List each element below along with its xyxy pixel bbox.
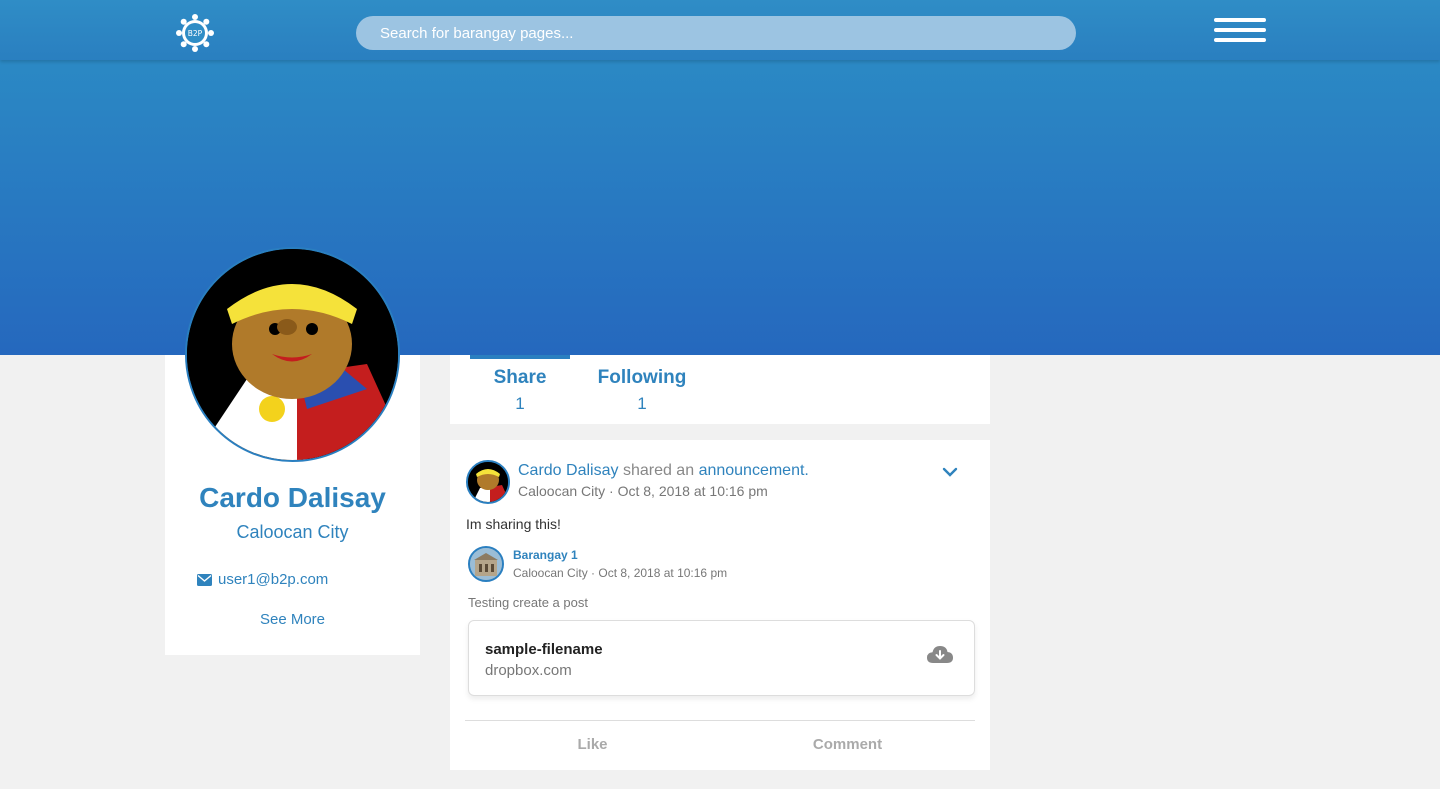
post-body-text: Im sharing this! bbox=[466, 516, 561, 532]
envelope-icon bbox=[197, 573, 212, 586]
file-attachment[interactable]: sample-filename dropbox.com bbox=[468, 620, 975, 696]
following-count: 1 bbox=[637, 394, 647, 413]
like-button[interactable]: Like bbox=[465, 736, 720, 753]
post-author-avatar[interactable] bbox=[466, 460, 510, 504]
shared-post-text: Testing create a post bbox=[468, 595, 588, 610]
profile-name: Cardo Dalisay bbox=[199, 482, 386, 513]
hamburger-menu-icon[interactable] bbox=[1214, 18, 1266, 48]
profile-avatar[interactable] bbox=[185, 247, 400, 462]
post-card: Cardo Dalisay shared an announcement. Ca… bbox=[450, 440, 990, 770]
post-meta: Caloocan City · Oct 8, 2018 at 10:16 pm bbox=[518, 483, 768, 499]
post-action-text: shared an bbox=[622, 462, 695, 479]
search-bar[interactable] bbox=[356, 16, 1076, 50]
shared-page-avatar[interactable] bbox=[468, 546, 504, 582]
shared-post-meta: Caloocan City · Oct 8, 2018 at 10:16 pm bbox=[513, 566, 728, 580]
cloud-download-icon[interactable] bbox=[927, 645, 953, 670]
profile-email[interactable]: user1@b2p.com bbox=[197, 571, 328, 588]
post-divider bbox=[465, 720, 975, 721]
post-header: Cardo Dalisay shared an announcement. bbox=[518, 462, 809, 480]
stats-card: Share 1 Following 1 bbox=[450, 355, 990, 424]
svg-text:B2P: B2P bbox=[188, 29, 203, 38]
tab-following[interactable]: Following 1 bbox=[592, 355, 692, 414]
search-input[interactable] bbox=[380, 24, 1076, 42]
comment-button[interactable]: Comment bbox=[720, 736, 975, 753]
email-text: user1@b2p.com bbox=[218, 571, 329, 588]
profile-city: Caloocan City bbox=[236, 522, 349, 542]
file-name: sample-filename bbox=[485, 641, 603, 658]
file-host: dropbox.com bbox=[485, 662, 572, 679]
top-navbar: B2P bbox=[0, 0, 1440, 60]
post-author-name[interactable]: Cardo Dalisay bbox=[518, 462, 618, 479]
chevron-down-icon[interactable] bbox=[942, 464, 958, 482]
following-label: Following bbox=[597, 367, 687, 388]
share-count: 1 bbox=[515, 394, 525, 413]
post-action-link[interactable]: announcement. bbox=[699, 462, 809, 479]
share-label: Share bbox=[493, 367, 547, 388]
see-more-link[interactable]: See More bbox=[165, 611, 420, 628]
b2p-logo[interactable]: B2P bbox=[174, 12, 216, 54]
tab-share[interactable]: Share 1 bbox=[470, 355, 570, 414]
shared-page-name[interactable]: Barangay 1 bbox=[513, 548, 578, 562]
